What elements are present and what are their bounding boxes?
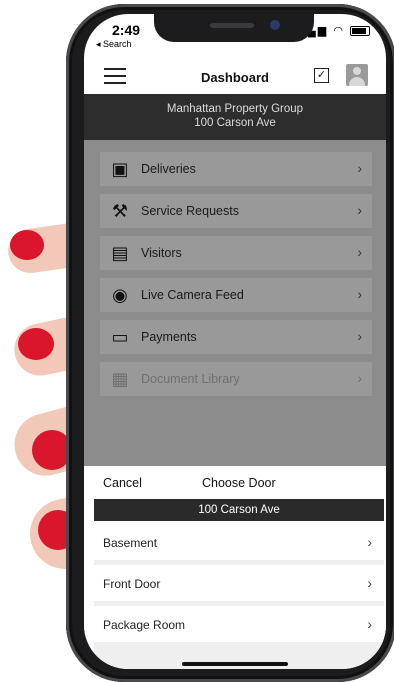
- chevron-right-icon: ›: [357, 328, 362, 344]
- chevron-right-icon: ›: [367, 534, 372, 550]
- door-list: Basement › Front Door › Package Room ›: [94, 524, 384, 669]
- hammer-icon: ⚒: [111, 201, 129, 221]
- top-navbar: Dashboard ✓: [84, 58, 386, 94]
- home-indicator[interactable]: [182, 662, 288, 666]
- cancel-button[interactable]: Cancel: [103, 476, 142, 490]
- speaker-grille: [210, 23, 254, 28]
- door-option-front-door[interactable]: Front Door ›: [94, 565, 384, 601]
- id-card-icon: ▤: [111, 243, 129, 263]
- chevron-right-icon: ›: [367, 616, 372, 632]
- chevron-right-icon: ›: [357, 286, 362, 302]
- property-name: Manhattan Property Group: [166, 103, 304, 115]
- phone-notch: [154, 14, 314, 42]
- chevron-right-icon: ›: [357, 370, 362, 386]
- menu-item-label: Document Library: [141, 372, 240, 386]
- chevron-right-icon: ›: [357, 202, 362, 218]
- package-icon: ▣: [111, 159, 129, 179]
- door-option-basement[interactable]: Basement ›: [94, 524, 384, 560]
- avatar-icon[interactable]: [346, 64, 368, 86]
- app-screen: 2:49 ◂ Search ▂▄▆ ◠ Dashboard ✓ Manhatta…: [84, 14, 386, 669]
- credit-card-icon: ▭: [111, 327, 129, 347]
- chevron-right-icon: ›: [357, 160, 362, 176]
- fingernail-1: [10, 230, 44, 260]
- fingernail-2: [18, 328, 54, 360]
- menu-item-label: Deliveries: [141, 162, 196, 176]
- door-option-package-room[interactable]: Package Room ›: [94, 606, 384, 642]
- menu-item-label: Live Camera Feed: [141, 288, 244, 302]
- menu-item-service-requests[interactable]: ⚒ Service Requests ›: [100, 194, 372, 228]
- door-label: Front Door: [103, 577, 161, 591]
- menu-item-document-library: ▦ Document Library ›: [100, 362, 372, 396]
- camera-icon: ◉: [112, 285, 128, 305]
- menu-item-deliveries[interactable]: ▣ Deliveries ›: [100, 152, 372, 186]
- menu-item-payments[interactable]: ▭ Payments ›: [100, 320, 372, 354]
- property-address: 100 Carson Ave: [194, 117, 276, 129]
- menu-item-live-camera-feed[interactable]: ◉ Live Camera Feed ›: [100, 278, 372, 312]
- wifi-icon: ◠: [333, 25, 345, 37]
- door-label: Basement: [103, 536, 158, 550]
- building-header: 100 Carson Ave: [94, 499, 384, 521]
- sheet-header: Cancel Choose Door: [84, 466, 386, 498]
- property-banner: Manhattan Property Group 100 Carson Ave: [84, 94, 386, 140]
- door-label: Package Room: [103, 618, 186, 632]
- menu-item-label: Service Requests: [141, 204, 239, 218]
- page-title: Dashboard: [201, 70, 269, 85]
- menu-item-visitors[interactable]: ▤ Visitors ›: [100, 236, 372, 270]
- menu-item-label: Visitors: [141, 246, 182, 260]
- back-to-search-link[interactable]: ◂ Search: [96, 39, 132, 50]
- document-icon: ▦: [111, 369, 129, 389]
- front-camera: [270, 20, 280, 30]
- chevron-right-icon: ›: [367, 575, 372, 591]
- checkbox-icon[interactable]: ✓: [314, 68, 329, 83]
- status-time: 2:49: [112, 22, 141, 38]
- sheet-title: Choose Door: [202, 476, 276, 490]
- choose-door-sheet: Cancel Choose Door 100 Carson Ave Baseme…: [84, 466, 386, 669]
- menu-item-label: Payments: [141, 330, 197, 344]
- battery-icon: [350, 26, 370, 37]
- chevron-right-icon: ›: [357, 244, 362, 260]
